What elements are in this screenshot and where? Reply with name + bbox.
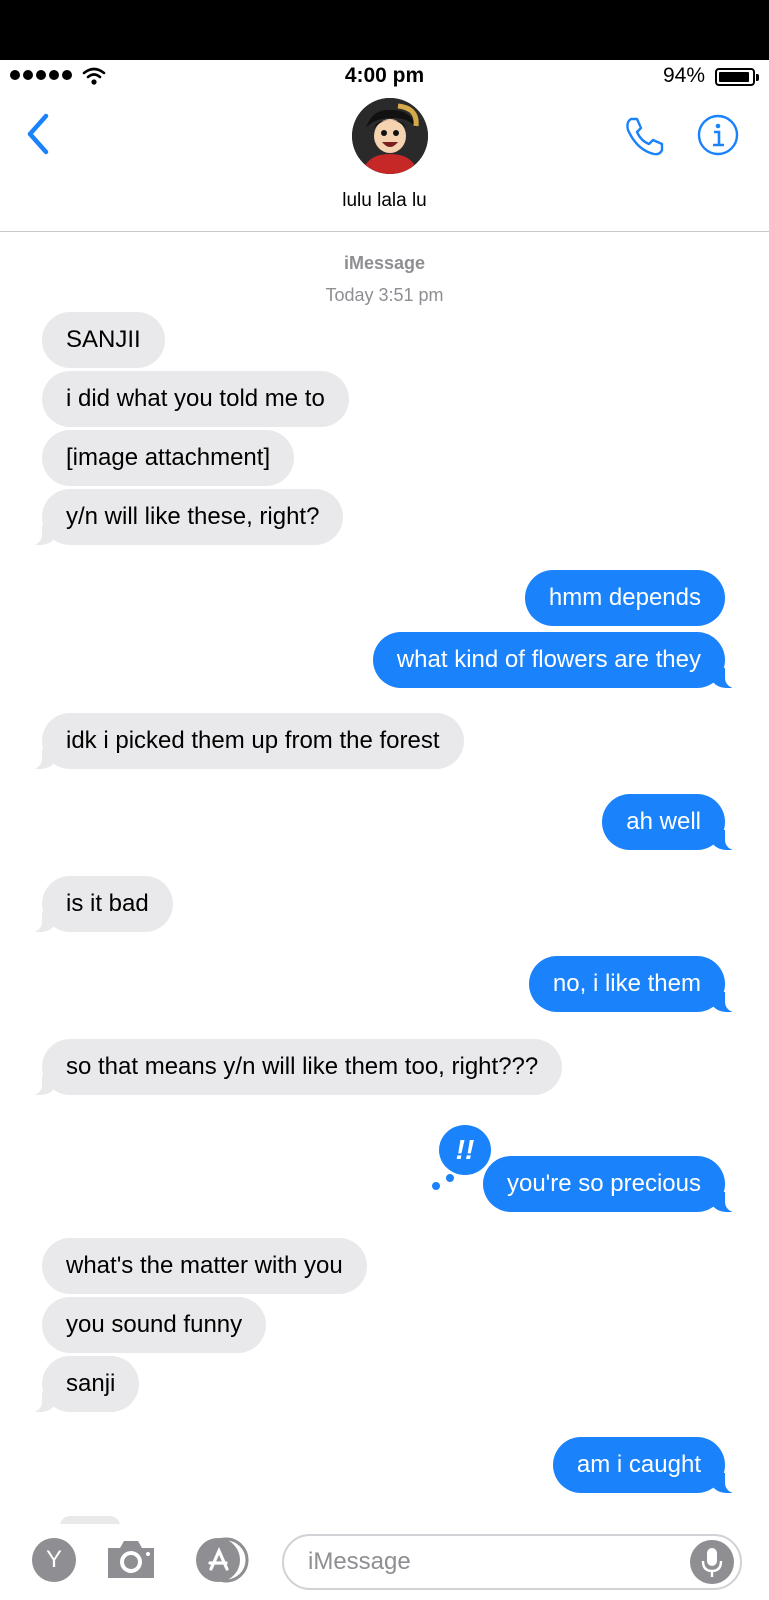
info-icon[interactable] <box>697 114 739 156</box>
microphone-icon[interactable] <box>690 1540 734 1584</box>
contact-avatar[interactable] <box>352 98 428 174</box>
message-bubble-received[interactable]: idk i picked them up from the forest <box>28 713 464 769</box>
message-text: what's the matter with you <box>66 1252 343 1279</box>
contact-name[interactable]: lulu lala lu <box>0 190 769 212</box>
tapback-exclamation-icon[interactable]: !! <box>436 1122 494 1178</box>
message-text: [image attachment] <box>66 444 271 471</box>
message-text: ah well <box>626 808 701 835</box>
message-bubble-received[interactable]: [image attachment] <box>42 430 295 486</box>
message-composer: Y iMessage <box>0 1524 769 1600</box>
message-text: no, i like them <box>552 970 701 997</box>
message-bubble-received[interactable]: y/n will like these, right? <box>27 489 344 545</box>
camera-icon[interactable] <box>104 1536 158 1582</box>
message-bubble-received[interactable]: you sound funny <box>42 1297 267 1353</box>
message-bubble-received[interactable]: what's the matter with you <box>42 1238 367 1294</box>
avatar-image-icon <box>352 98 428 174</box>
message-bubble-sent[interactable]: ah well <box>602 794 739 850</box>
message-text: y/n will like these, right? <box>66 503 320 530</box>
battery-percent: 94% <box>662 64 705 87</box>
message-text: is it bad <box>66 890 149 917</box>
back-chevron-icon[interactable] <box>24 112 54 156</box>
phone-icon[interactable] <box>622 114 666 158</box>
app-y-button[interactable]: Y <box>32 1538 76 1582</box>
message-text: i did what you told me to <box>66 385 325 412</box>
app-store-icon[interactable] <box>192 1536 252 1584</box>
conversation-header: lulu lala lu <box>0 94 769 232</box>
service-label: iMessage <box>343 253 426 273</box>
message-bubble-received[interactable]: sanji <box>27 1356 140 1412</box>
status-time: 4:00 pm <box>344 64 425 87</box>
message-input-placeholder: iMessage <box>308 1548 411 1575</box>
message-bubble-received[interactable]: i did what you told me to <box>42 371 349 427</box>
message-bubble-sent[interactable]: am i caught <box>552 1437 740 1493</box>
message-bubble-sent[interactable]: you're so precious <box>482 1156 740 1212</box>
message-bubble-received[interactable]: is it bad <box>28 876 173 932</box>
message-text: am i caught <box>576 1451 701 1478</box>
thread-timestamp: Today 3:51 pm <box>325 285 444 305</box>
message-text: you're so precious <box>506 1170 701 1197</box>
message-bubble-received[interactable]: so that means y/n will like them too, ri… <box>27 1039 563 1095</box>
message-bubble-sent[interactable]: hmm depends <box>524 570 725 626</box>
battery-icon <box>715 68 759 86</box>
status-bar: 4:00 pm 94% <box>0 60 769 94</box>
message-input[interactable]: iMessage <box>282 1534 742 1590</box>
top-black-bar <box>0 0 769 60</box>
tapback-tail-dot <box>432 1182 440 1190</box>
message-text: SANJII <box>66 326 141 353</box>
tapback-tail-dot <box>444 1172 456 1184</box>
message-text: you sound funny <box>66 1311 243 1338</box>
message-bubble-sent[interactable]: what kind of flowers are they <box>372 632 740 688</box>
message-text: so that means y/n will like them too, ri… <box>66 1053 539 1080</box>
message-text: idk i picked them up from the forest <box>66 727 440 754</box>
message-text: what kind of flowers are they <box>396 646 701 673</box>
message-text: sanji <box>66 1370 116 1397</box>
message-bubble-sent[interactable]: no, i like them <box>528 956 740 1012</box>
message-bubble-received[interactable]: SANJII <box>42 312 165 368</box>
message-text: hmm depends <box>548 584 701 611</box>
